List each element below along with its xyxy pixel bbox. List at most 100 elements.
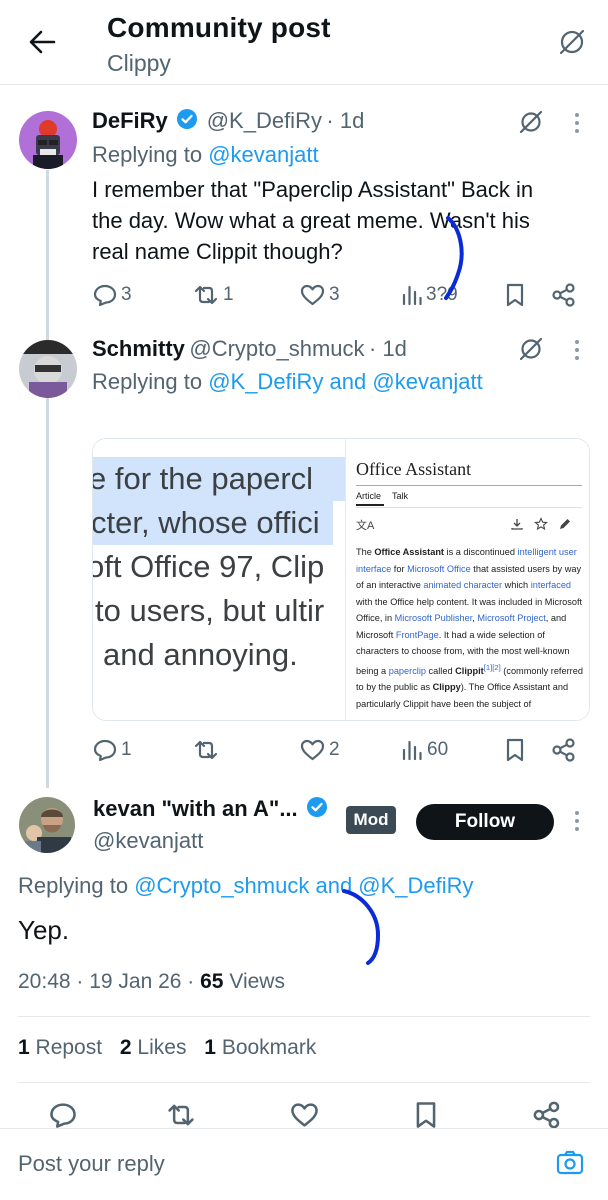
views-count: 60 xyxy=(427,739,449,760)
media-text-line: and annoying. xyxy=(103,637,298,672)
share-icon xyxy=(552,738,575,762)
heart-icon xyxy=(300,284,325,306)
display-name[interactable]: Schmitty xyxy=(92,336,185,361)
hide-topic-button[interactable] xyxy=(556,26,588,58)
reply-count: 1 xyxy=(121,739,132,760)
reply-action[interactable]: 1 xyxy=(92,737,132,763)
avatar-image xyxy=(19,797,75,853)
reply-icon xyxy=(93,739,117,762)
wiki-tab-article: Article xyxy=(356,491,382,501)
like-action[interactable]: 2 xyxy=(299,737,340,763)
composer-divider xyxy=(0,1128,608,1129)
verified-badge-icon xyxy=(306,796,328,818)
display-name[interactable]: DeFiRy xyxy=(92,108,168,133)
timestamp[interactable]: · 1d xyxy=(326,108,364,133)
likes-stat-count: 2 xyxy=(119,1036,132,1059)
back-button[interactable] xyxy=(26,26,58,58)
more-vertical-icon xyxy=(575,340,579,360)
arrow-left-icon xyxy=(29,30,56,54)
post-text: Yep. xyxy=(18,915,70,945)
more-options-button[interactable] xyxy=(570,337,584,363)
replying-to: Replying to @K_DefiRy and @kevanjatt xyxy=(92,369,483,395)
repost-icon xyxy=(194,285,218,305)
handle[interactable]: @Crypto_shmuck xyxy=(189,336,364,361)
bar-chart-icon xyxy=(402,285,422,306)
bookmark-button[interactable] xyxy=(412,1100,440,1130)
repost-action[interactable]: 1 xyxy=(192,282,234,308)
mod-badge: Mod xyxy=(346,806,396,834)
hide-reply-button[interactable] xyxy=(517,108,545,136)
bookmark-button[interactable] xyxy=(503,282,527,308)
repost-action[interactable] xyxy=(192,737,220,763)
more-options-button[interactable] xyxy=(570,808,584,834)
replying-to: Replying to @Crypto_shmuck and @K_DefiRy xyxy=(18,873,474,899)
reply-placeholder: Post your reply xyxy=(18,1151,165,1176)
more-options-button[interactable] xyxy=(570,110,584,136)
share-button[interactable] xyxy=(532,1100,562,1130)
bookmarks-stat[interactable]: 1 Bookmark xyxy=(204,1036,316,1059)
display-name[interactable]: kevan "with an A"... xyxy=(93,796,298,821)
media-left-panel: e for the papercl cter, whose offici oft… xyxy=(93,439,345,720)
avatar-image xyxy=(19,111,77,169)
post-time[interactable]: 20:48 · 19 Jan 26 · xyxy=(18,970,200,993)
camera-icon xyxy=(556,1150,584,1175)
avatar[interactable] xyxy=(19,797,75,853)
repost-icon xyxy=(194,740,218,760)
more-vertical-icon xyxy=(575,113,579,133)
repost-action[interactable] xyxy=(165,1100,197,1130)
page-title: Community post xyxy=(107,12,331,43)
wiki-title: Office Assistant xyxy=(356,459,472,479)
hide-reply-button[interactable] xyxy=(517,335,545,363)
media-text-line: oft Office 97, Clip xyxy=(93,549,325,584)
share-icon xyxy=(552,283,575,307)
bar-chart-icon xyxy=(402,740,422,761)
like-action[interactable]: 3 xyxy=(299,282,340,308)
timestamp[interactable]: · 1d xyxy=(369,336,407,361)
reply-handle-link[interactable]: @kevanjatt xyxy=(208,142,318,167)
heart-icon xyxy=(291,1103,318,1127)
repost-stat[interactable]: 1 Repost xyxy=(18,1036,102,1059)
likes-stat-label: Likes xyxy=(131,1036,187,1059)
heart-icon xyxy=(300,739,325,761)
repost-icon xyxy=(168,1104,194,1126)
like-action[interactable] xyxy=(289,1100,320,1130)
reply-icon xyxy=(93,284,117,307)
follow-button[interactable]: Follow xyxy=(416,804,554,840)
bookmark-icon xyxy=(506,738,524,762)
share-icon xyxy=(533,1101,560,1129)
reply-input[interactable]: Post your reply xyxy=(18,1151,165,1177)
slashed-circle-icon xyxy=(519,337,543,361)
reply-handle-link[interactable]: @Crypto_shmuck xyxy=(134,873,309,898)
avatar[interactable] xyxy=(19,111,77,169)
translate-icon: 文A xyxy=(356,520,375,532)
views-label: Views xyxy=(223,970,285,993)
handle[interactable]: @K_DefiRy xyxy=(207,108,322,133)
avatar[interactable] xyxy=(19,340,77,398)
slashed-circle-icon xyxy=(519,110,543,134)
stats-divider-bottom xyxy=(18,1082,590,1083)
replying-prefix: Replying to xyxy=(92,142,209,167)
add-photo-button[interactable] xyxy=(555,1149,585,1177)
media-text-line: e for the papercl xyxy=(93,461,314,496)
share-button[interactable] xyxy=(551,737,577,763)
thread-line xyxy=(46,170,49,342)
reply-action[interactable]: 3 xyxy=(92,282,132,308)
reply-handle-link[interactable]: @K_DefiRy and @kevanjatt xyxy=(208,369,483,394)
bookmark-button[interactable] xyxy=(503,737,527,763)
likes-stat[interactable]: 2 Likes xyxy=(120,1036,187,1059)
tweet-header: DeFiRy @K_DefiRy · 1d xyxy=(92,108,364,134)
media-image[interactable]: e for the papercl cter, whose offici oft… xyxy=(92,438,590,721)
views-count: 65 xyxy=(200,970,224,993)
repost-stat-count: 1 xyxy=(18,1036,30,1059)
replying-prefix: Replying to xyxy=(18,873,135,898)
media-text-line: cter, whose offici xyxy=(93,505,320,540)
more-vertical-icon xyxy=(575,811,579,831)
stats-divider-top xyxy=(18,1016,590,1017)
share-button[interactable] xyxy=(551,282,577,308)
replying-to: Replying to @kevanjatt xyxy=(92,142,319,168)
like-count: 3 xyxy=(329,284,340,305)
bookmark-icon xyxy=(506,283,524,307)
reply-action[interactable] xyxy=(48,1100,78,1130)
handle[interactable]: @kevanjatt xyxy=(93,828,203,854)
views-action[interactable]: 60 xyxy=(400,737,448,763)
